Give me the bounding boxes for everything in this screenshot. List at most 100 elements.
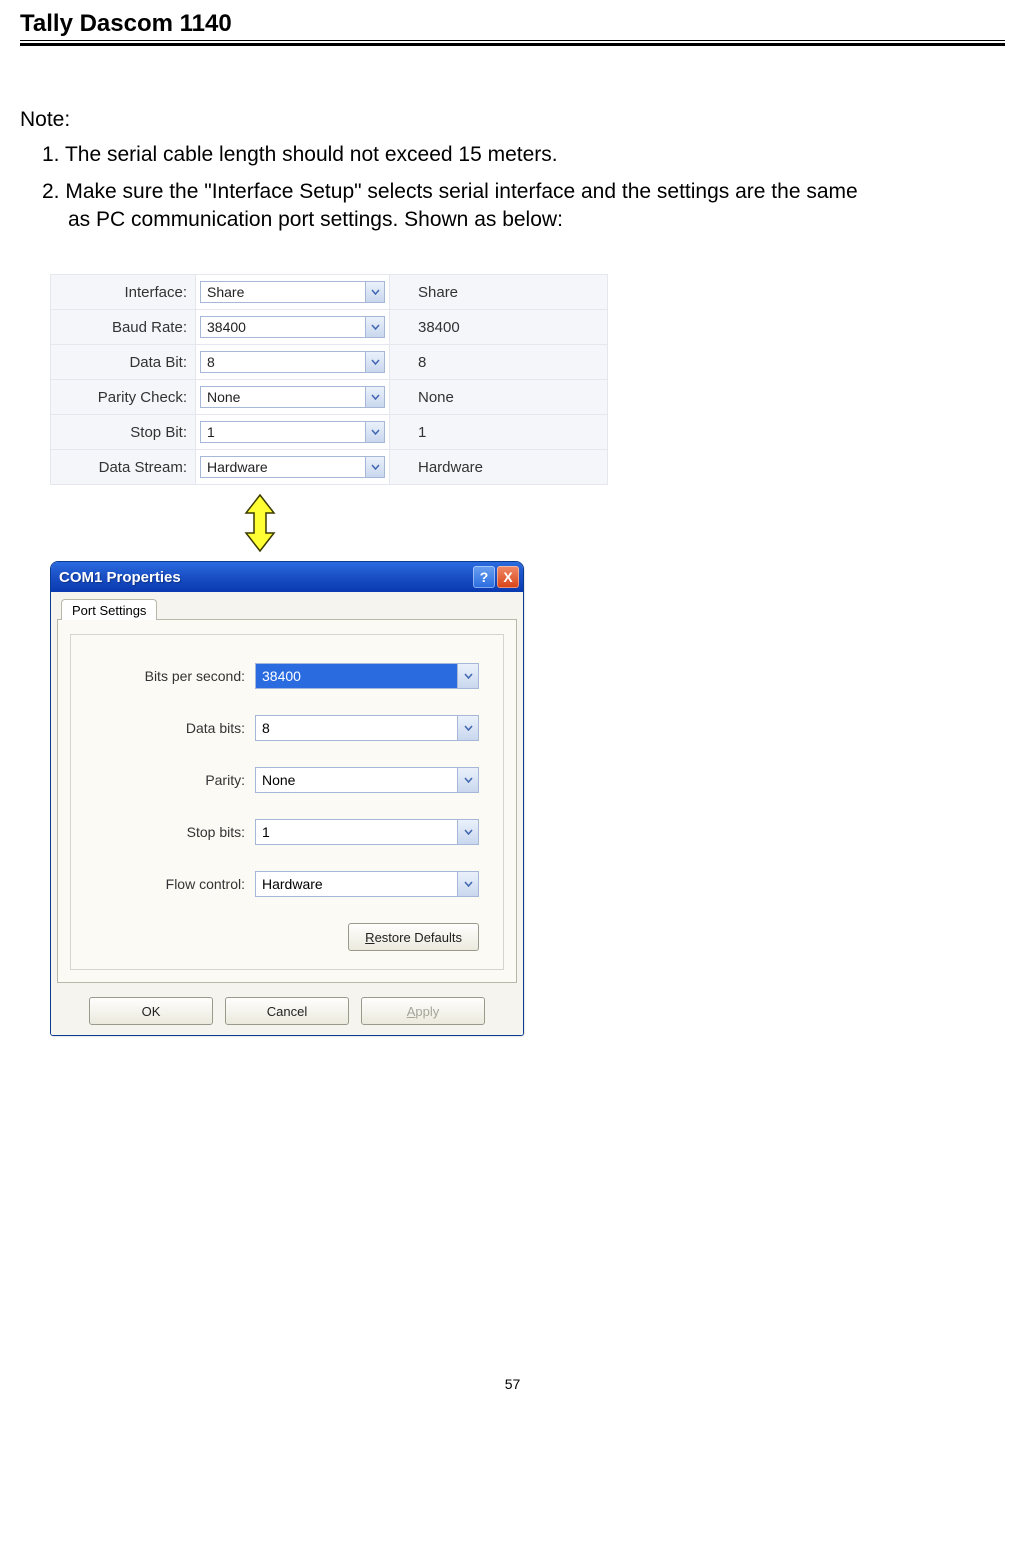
- setup-display: None: [390, 380, 608, 415]
- xp-combobox[interactable]: None: [255, 767, 479, 793]
- setup-label: Stop Bit:: [51, 415, 196, 450]
- setup-row: Parity Check: None None: [51, 380, 608, 415]
- double-arrow-icon: [240, 493, 280, 553]
- xp-field-row: Stop bits:1: [95, 819, 479, 845]
- combo-value: 38400: [201, 319, 365, 335]
- setup-display: 8: [390, 345, 608, 380]
- setup-row: Stop Bit: 1 1: [51, 415, 608, 450]
- xp-combo-value: Hardware: [256, 872, 457, 896]
- setup-combobox[interactable]: 1: [200, 421, 385, 443]
- xp-field-label: Data bits:: [95, 720, 255, 736]
- setup-display: Share: [390, 275, 608, 310]
- setup-combobox[interactable]: 8: [200, 351, 385, 373]
- setup-display: 1: [390, 415, 608, 450]
- tab-page: Bits per second:38400 Data bits:8 Parity:N…: [57, 620, 517, 983]
- setup-combobox[interactable]: None: [200, 386, 385, 408]
- chevron-down-icon[interactable]: [457, 768, 478, 792]
- window-title: COM1 Properties: [59, 569, 473, 586]
- xp-field-label: Bits per second:: [95, 668, 255, 684]
- xp-combobox[interactable]: Hardware: [255, 871, 479, 897]
- setup-label: Interface:: [51, 275, 196, 310]
- setup-input-cell: None: [196, 380, 390, 415]
- setup-label: Data Stream:: [51, 450, 196, 485]
- cancel-button[interactable]: Cancel: [225, 997, 349, 1025]
- note-heading: Note:: [20, 106, 1005, 133]
- close-button[interactable]: X: [497, 566, 519, 588]
- setup-combobox[interactable]: Hardware: [200, 456, 385, 478]
- combo-value: Hardware: [201, 459, 365, 475]
- apply-button[interactable]: Apply: [361, 997, 485, 1025]
- chevron-down-icon[interactable]: [365, 457, 384, 477]
- note-item-1: 1. The serial cable length should not ex…: [42, 141, 1005, 169]
- rule-thick: [20, 43, 1005, 46]
- restore-label: Restore Defaults: [365, 930, 462, 945]
- xp-field-row: Bits per second:38400: [95, 663, 479, 689]
- xp-combo-value: 38400: [256, 664, 457, 688]
- restore-row: Restore Defaults: [95, 923, 479, 951]
- chevron-down-icon[interactable]: [365, 282, 384, 302]
- combo-value: 8: [201, 354, 365, 370]
- setup-display: Hardware: [390, 450, 608, 485]
- xp-combo-value: None: [256, 768, 457, 792]
- xp-field-label: Stop bits:: [95, 824, 255, 840]
- body-text: Note: 1. The serial cable length should …: [20, 106, 1005, 234]
- setup-combobox[interactable]: 38400: [200, 316, 385, 338]
- titlebar-buttons: ? X: [473, 566, 519, 588]
- chevron-down-icon[interactable]: [457, 872, 478, 896]
- setup-label: Baud Rate:: [51, 310, 196, 345]
- xp-field-label: Parity:: [95, 772, 255, 788]
- apply-label: Apply: [407, 1004, 440, 1019]
- setup-label: Parity Check:: [51, 380, 196, 415]
- rule-thin: [20, 40, 1005, 41]
- note-list: 1. The serial cable length should not ex…: [20, 141, 1005, 234]
- chevron-down-icon[interactable]: [457, 664, 478, 688]
- tab-port-settings[interactable]: Port Settings: [61, 599, 157, 620]
- setup-input-cell: Hardware: [196, 450, 390, 485]
- chevron-down-icon[interactable]: [365, 422, 384, 442]
- combo-value: 1: [201, 424, 365, 440]
- xp-combobox[interactable]: 1: [255, 819, 479, 845]
- chevron-down-icon[interactable]: [457, 820, 478, 844]
- xp-field-label: Flow control:: [95, 876, 255, 892]
- com1-properties-window: COM1 Properties ? X Port Settings Bits p…: [50, 561, 524, 1036]
- restore-defaults-button[interactable]: Restore Defaults: [348, 923, 479, 951]
- chevron-down-icon[interactable]: [365, 317, 384, 337]
- xp-field-row: Data bits:8: [95, 715, 479, 741]
- combo-value: Share: [201, 284, 365, 300]
- setup-label: Data Bit:: [51, 345, 196, 380]
- xp-combobox[interactable]: 8: [255, 715, 479, 741]
- chevron-down-icon[interactable]: [365, 352, 384, 372]
- setup-combobox[interactable]: Share: [200, 281, 385, 303]
- note-2-line2: as PC communication port settings. Shown…: [42, 206, 1005, 234]
- setup-row: Data Stream: Hardware Hardware: [51, 450, 608, 485]
- xp-combo-value: 8: [256, 716, 457, 740]
- help-button[interactable]: ?: [473, 566, 495, 588]
- doc-header: Tally Dascom 1140: [20, 10, 1005, 38]
- xp-field-row: Parity:None: [95, 767, 479, 793]
- combo-value: None: [201, 389, 365, 405]
- chevron-down-icon[interactable]: [365, 387, 384, 407]
- chevron-down-icon[interactable]: [457, 716, 478, 740]
- dialog-actions: OK Cancel Apply: [57, 997, 517, 1025]
- settings-group: Bits per second:38400 Data bits:8 Parity:N…: [70, 634, 504, 970]
- xp-combobox[interactable]: 38400: [255, 663, 479, 689]
- setup-input-cell: Share: [196, 275, 390, 310]
- note-2-line1: 2. Make sure the "Interface Setup" selec…: [42, 180, 858, 203]
- page: Tally Dascom 1140 Note: 1. The serial ca…: [0, 0, 1025, 1432]
- setup-input-cell: 1: [196, 415, 390, 450]
- titlebar[interactable]: COM1 Properties ? X: [51, 562, 523, 592]
- ok-button[interactable]: OK: [89, 997, 213, 1025]
- interface-setup-table: Interface: Share Share Baud Rate: 38400 38400…: [50, 274, 608, 485]
- setup-input-cell: 38400: [196, 310, 390, 345]
- note-item-2: 2. Make sure the "Interface Setup" selec…: [42, 178, 1005, 235]
- setup-input-cell: 8: [196, 345, 390, 380]
- setup-row: Data Bit: 8 8: [51, 345, 608, 380]
- xp-combo-value: 1: [256, 820, 457, 844]
- page-number: 57: [20, 1376, 1005, 1392]
- setup-row: Baud Rate: 38400 38400: [51, 310, 608, 345]
- setup-display: 38400: [390, 310, 608, 345]
- tabstrip: Port Settings: [57, 598, 517, 620]
- setup-row: Interface: Share Share: [51, 275, 608, 310]
- xp-field-row: Flow control:Hardware: [95, 871, 479, 897]
- window-client: Port Settings Bits per second:38400 Data …: [51, 592, 523, 1035]
